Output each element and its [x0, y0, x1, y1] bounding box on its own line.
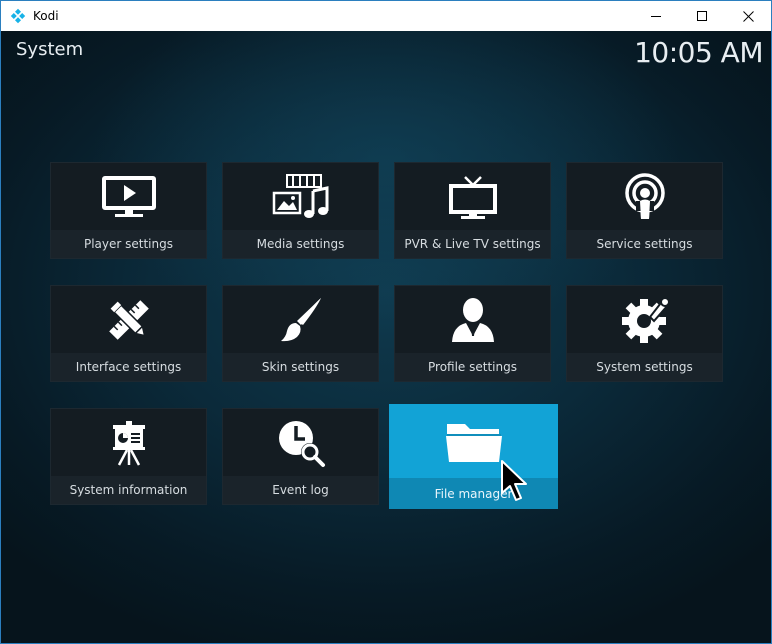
tile-pvr-live-tv-settings[interactable]: PVR & Live TV settings	[394, 162, 551, 259]
kodi-logo-icon	[10, 8, 26, 24]
kodi-system-screen: System 10:05 AM Player settings Media se…	[1, 31, 771, 643]
tile-skin-settings[interactable]: Skin settings	[222, 285, 379, 382]
maximize-icon	[697, 11, 707, 21]
kodi-window: Kodi System 10:05 AM Player settings Med…	[0, 0, 772, 644]
folder-icon	[445, 424, 502, 462]
tile-label: PVR & Live TV settings	[395, 230, 550, 258]
window-title: Kodi	[33, 9, 59, 23]
clock-search-icon	[278, 421, 325, 467]
tile-label: Skin settings	[223, 353, 378, 381]
tile-media-settings[interactable]: Media settings	[222, 162, 379, 259]
tv-icon	[448, 176, 497, 219]
user-profile-icon	[451, 298, 494, 342]
tile-label: Player settings	[51, 230, 206, 258]
presentation-easel-icon	[112, 421, 145, 466]
maximize-button[interactable]	[679, 1, 725, 31]
close-button[interactable]	[725, 1, 771, 31]
clock: 10:05 AM	[634, 36, 763, 69]
tile-label: File manager	[389, 478, 558, 509]
tile-label: Event log	[223, 476, 378, 504]
tile-label: Interface settings	[51, 353, 206, 381]
paintbrush-icon	[280, 298, 321, 342]
minimize-icon	[651, 16, 661, 17]
tile-label: System settings	[567, 353, 722, 381]
tile-file-manager[interactable]: File manager	[389, 404, 558, 509]
tile-interface-settings[interactable]: Interface settings	[50, 285, 207, 382]
page-title: System	[16, 39, 84, 60]
media-icon	[272, 174, 328, 218]
tile-service-settings[interactable]: Service settings	[566, 162, 723, 259]
tile-system-settings[interactable]: System settings	[566, 285, 723, 382]
tile-profile-settings[interactable]: Profile settings	[394, 285, 551, 382]
gear-wrench-icon	[621, 297, 670, 343]
tile-label: Service settings	[567, 230, 722, 258]
tile-label: Profile settings	[395, 353, 550, 381]
pencil-ruler-icon	[108, 300, 149, 340]
podcast-broadcast-icon	[624, 173, 665, 219]
tile-label: Media settings	[223, 230, 378, 258]
tile-label: System information	[51, 476, 206, 504]
tile-player-settings[interactable]: Player settings	[50, 162, 207, 259]
tile-system-information[interactable]: System information	[50, 408, 207, 505]
monitor-play-icon	[101, 176, 156, 217]
title-bar[interactable]: Kodi	[1, 1, 771, 31]
tile-event-log[interactable]: Event log	[222, 408, 379, 505]
close-icon	[742, 10, 754, 22]
window-controls	[633, 1, 771, 31]
minimize-button[interactable]	[633, 1, 679, 31]
